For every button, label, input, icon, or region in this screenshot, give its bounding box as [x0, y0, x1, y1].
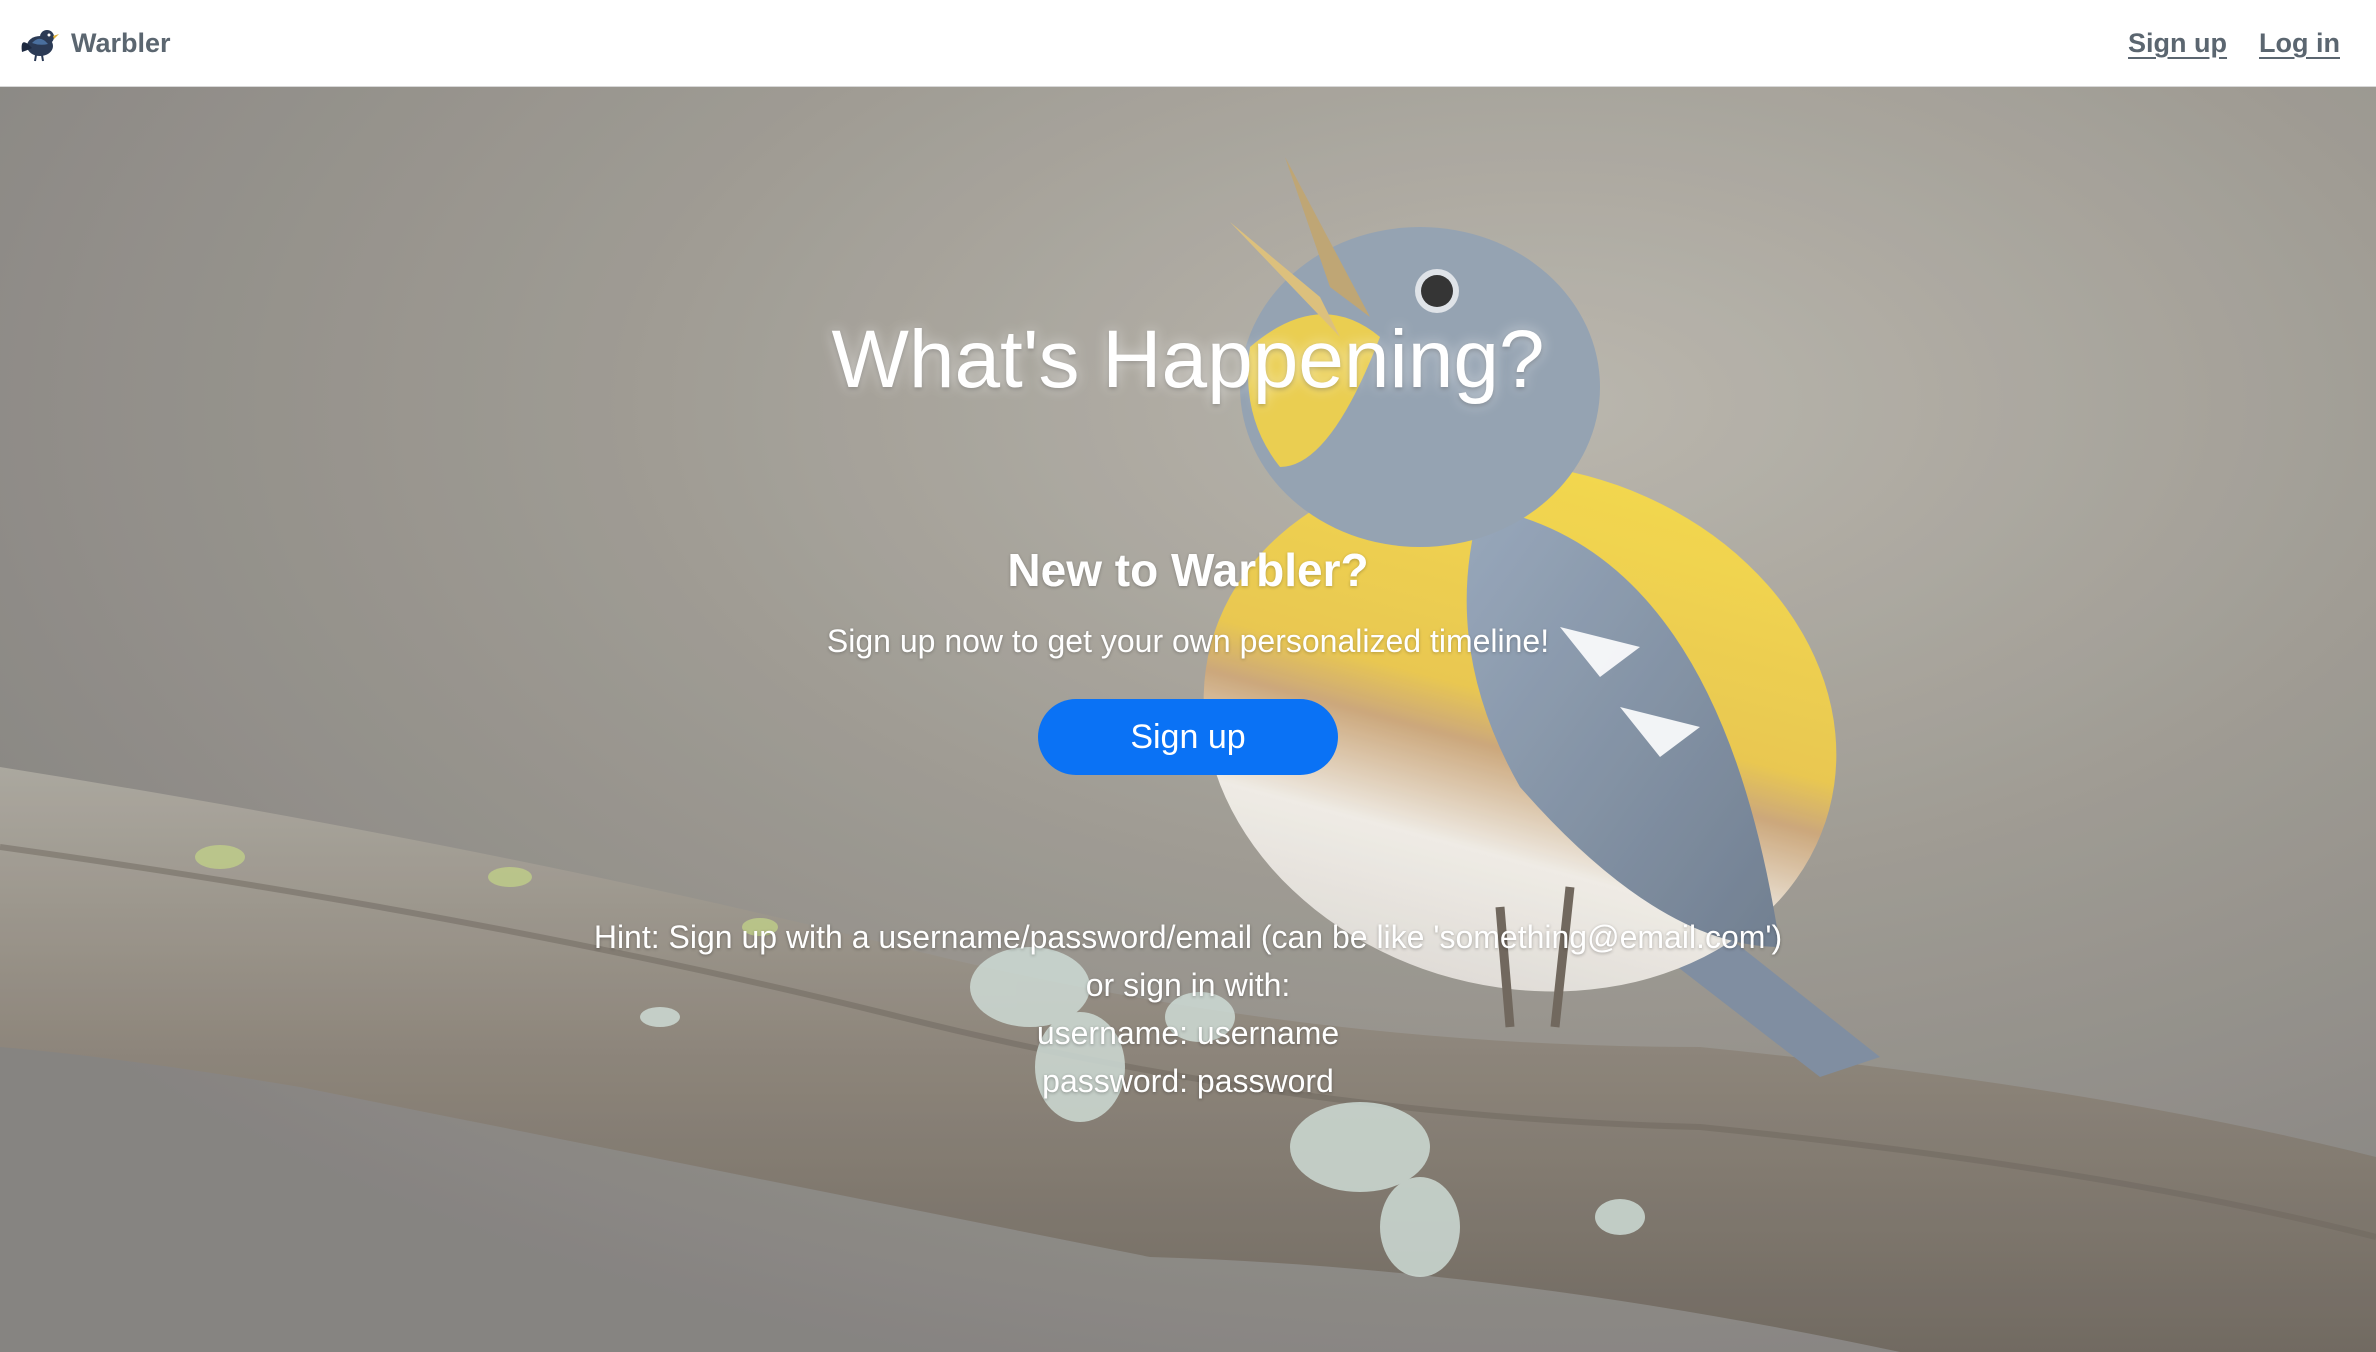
hint-line: username: username	[1036, 1015, 1340, 1051]
nav-login-link[interactable]: Log in	[2259, 28, 2340, 59]
navbar: Warbler Sign up Log in	[0, 0, 2376, 87]
hint-line: Hint: Sign up with a username/password/e…	[593, 919, 1783, 955]
nav-links: Sign up Log in	[2128, 0, 2340, 87]
hint-line: or sign in with:	[1085, 967, 1291, 1003]
hero-headline: What's Happening?	[831, 314, 1545, 405]
login-hint: Hint: Sign up with a username/password/e…	[0, 913, 2376, 1105]
hero-tagline: Sign up now to get your own personalized…	[826, 623, 1550, 659]
hero-section: What's Happening? New to Warbler? Sign u…	[0, 87, 2376, 1352]
hint-line: password: password	[1042, 1063, 1334, 1099]
brand-name: Warbler	[71, 27, 171, 58]
signup-button[interactable]: Sign up	[1038, 699, 1338, 775]
bird-logo-icon	[18, 22, 60, 64]
hero-content: What's Happening? New to Warbler? Sign u…	[0, 87, 2376, 1352]
hero-subhead: New to Warbler?	[1007, 544, 1369, 596]
brand-link[interactable]: Warbler	[18, 20, 171, 66]
nav-signup-link[interactable]: Sign up	[2128, 28, 2227, 59]
